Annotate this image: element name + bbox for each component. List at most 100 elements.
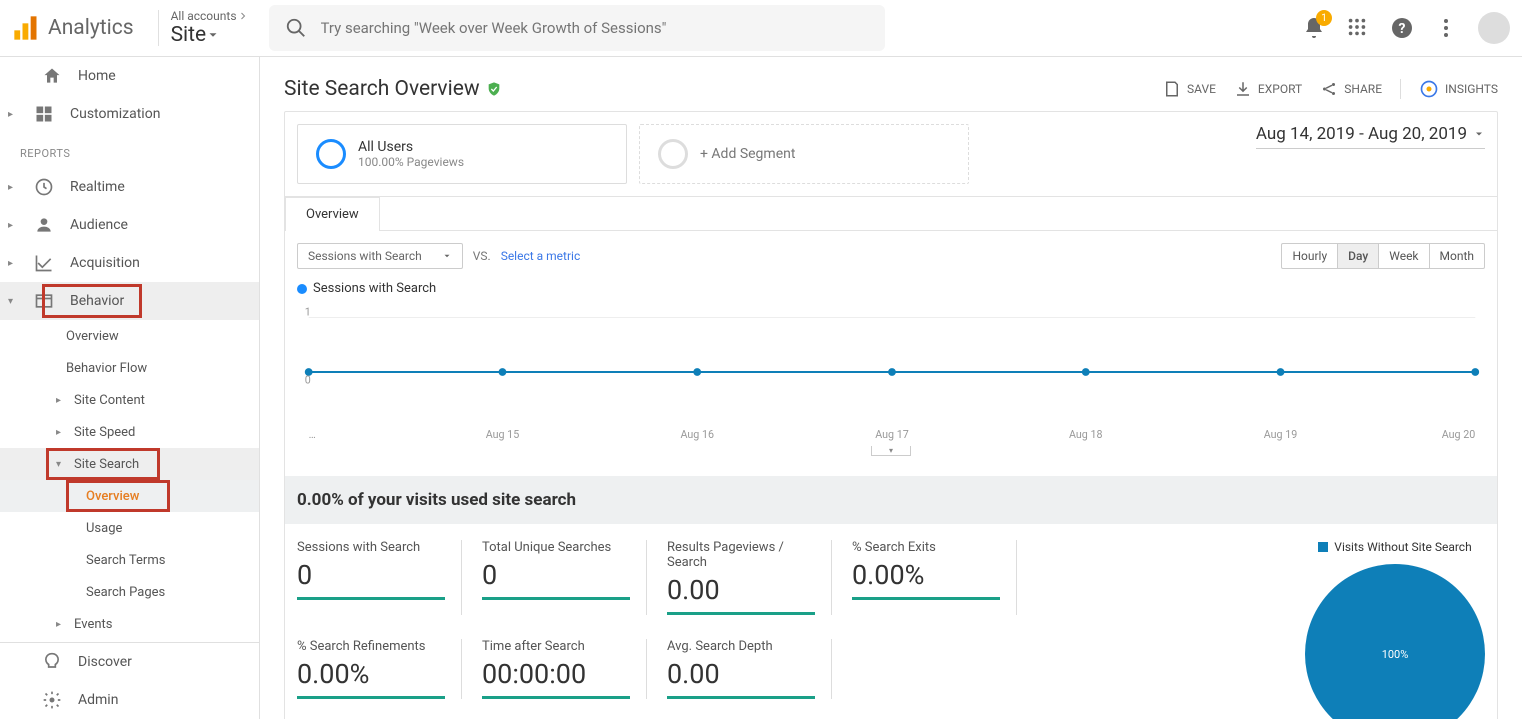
segment-circle-icon [316,139,346,169]
segment-percentage: 100.00% Pageviews [358,155,464,169]
sidebar-item-events[interactable]: ▸Events [0,608,259,640]
x-tick: Aug 19 [1264,428,1298,441]
sidebar-item-behavior[interactable]: ▾ Behavior [0,282,259,320]
sidebar-label: Overview [86,489,139,504]
download-icon [1234,80,1252,98]
sidebar-item-site-speed[interactable]: ▸Site Speed [0,416,259,448]
sidebar-item-site-search-usage[interactable]: Usage [0,512,259,544]
sidebar-item-discover[interactable]: Discover [0,643,259,681]
more-button[interactable] [1434,16,1458,40]
insights-button[interactable]: INSIGHTS [1400,79,1498,99]
action-label: EXPORT [1258,82,1302,96]
x-tick: … [309,428,316,441]
pie-legend: Visits Without Site Search [1318,540,1471,554]
add-segment-button[interactable]: + Add Segment [639,124,969,184]
save-button[interactable]: SAVE [1163,80,1216,98]
segment-name: All Users [358,139,464,155]
chevron-down-icon: ▾ [56,459,66,470]
page-title-text: Site Search Overview [284,77,480,101]
avatar[interactable] [1478,12,1510,44]
sidebar-item-site-search[interactable]: ▾Site Search [0,448,259,480]
analytics-logo-icon [12,14,40,42]
metric-total-unique-searches: Total Unique Searches 0 [482,540,647,615]
metric-bar [482,597,630,600]
chevron-down-icon [442,251,452,261]
reports-heading: REPORTS [0,133,259,168]
metric-value: 00:00:00 [482,658,630,690]
app-header: Analytics All accounts Site 1 ? [0,0,1522,57]
sidebar-item-realtime[interactable]: ▸ Realtime [0,168,259,206]
notifications-button[interactable]: 1 [1302,16,1326,40]
metric-bar [297,696,445,699]
chart-expand-button[interactable]: ▾ [871,446,911,456]
search-input[interactable] [321,19,869,37]
customization-icon [34,104,54,124]
metric-results-pageviews: Results Pageviews / Search 0.00 [667,540,832,615]
page-title: Site Search Overview [284,77,502,101]
metric-search-refinements: % Search Refinements 0.00% [297,639,462,699]
apps-icon [1346,16,1368,38]
legend-dot-icon [297,284,307,294]
search-box[interactable] [269,5,885,51]
lightbulb-icon [42,652,62,672]
metric-label: Results Pageviews / Search [667,540,815,570]
metric-label: Total Unique Searches [482,540,630,555]
metric-label: % Search Refinements [297,639,445,654]
header-actions: 1 ? [1302,12,1510,44]
chevron-down-icon [1473,128,1485,140]
search-icon [285,17,307,39]
tab-overview[interactable]: Overview [285,197,380,231]
app-name: Analytics [48,16,134,40]
sidebar-item-site-search-terms[interactable]: Search Terms [0,544,259,576]
chevron-down-icon: ▾ [8,296,18,307]
metric-label: Time after Search [482,639,630,654]
sidebar: Home ▸ Customization REPORTS ▸ Realtime … [0,57,260,719]
time-month-button[interactable]: Month [1430,244,1484,268]
time-hourly-button[interactable]: Hourly [1282,244,1338,268]
share-button[interactable]: SHARE [1320,80,1382,98]
sidebar-item-behavior-flow[interactable]: Behavior Flow [0,352,259,384]
more-vert-icon [1434,16,1458,40]
line-chart: 1 0 … Aug 15 Aug 16 Aug 17 Aug 18 [285,302,1497,476]
metric-dropdown[interactable]: Sessions with Search [297,243,463,269]
sidebar-item-customization[interactable]: ▸ Customization [0,95,259,133]
sidebar-item-home[interactable]: Home [0,57,259,95]
help-button[interactable]: ? [1390,16,1414,40]
metric-value: 0.00 [667,574,815,606]
sidebar-item-audience[interactable]: ▸ Audience [0,206,259,244]
sidebar-item-behavior-overview[interactable]: Overview [0,320,259,352]
sidebar-label: Discover [78,654,132,670]
chart-svg: 1 0 … Aug 15 Aug 16 Aug 17 Aug 18 [297,302,1485,442]
sidebar-label: Behavior [70,293,124,309]
select-metric-link[interactable]: Select a metric [501,249,581,263]
metric-label: Avg. Search Depth [667,639,815,654]
action-label: SAVE [1187,82,1216,96]
apps-button[interactable] [1346,16,1370,40]
sidebar-item-site-search-overview[interactable]: Overview [0,480,259,512]
chevron-right-icon: ▸ [56,395,66,406]
sidebar-item-site-content[interactable]: ▸Site Content [0,384,259,416]
segment-circle-empty-icon [658,139,688,169]
metric-bar [667,612,815,615]
chevron-right-icon: ▸ [56,619,66,630]
metric-value: 0.00 [667,658,815,690]
metric-dropdown-label: Sessions with Search [308,249,422,263]
segment-all-users[interactable]: All Users 100.00% Pageviews [297,124,627,184]
sidebar-item-site-search-pages[interactable]: Search Pages [0,576,259,608]
account-selector[interactable]: All accounts Site [171,9,249,47]
date-range-picker[interactable]: Aug 14, 2019 - Aug 20, 2019 [1256,124,1485,149]
sidebar-item-acquisition[interactable]: ▸ Acquisition [0,244,259,282]
logo[interactable]: Analytics [12,14,134,42]
time-day-button[interactable]: Day [1338,244,1379,268]
pie-legend-color-icon [1318,542,1328,552]
chevron-right-icon: ▸ [8,220,18,231]
sidebar-label: Admin [78,692,118,708]
x-tick: Aug 16 [680,428,714,441]
metric-label: Sessions with Search [297,540,445,555]
export-button[interactable]: EXPORT [1234,80,1302,98]
sidebar-item-admin[interactable]: Admin [0,681,259,719]
notification-badge: 1 [1316,10,1332,26]
time-week-button[interactable]: Week [1379,244,1429,268]
person-icon [34,215,54,235]
chevron-right-icon: ▸ [56,427,66,438]
